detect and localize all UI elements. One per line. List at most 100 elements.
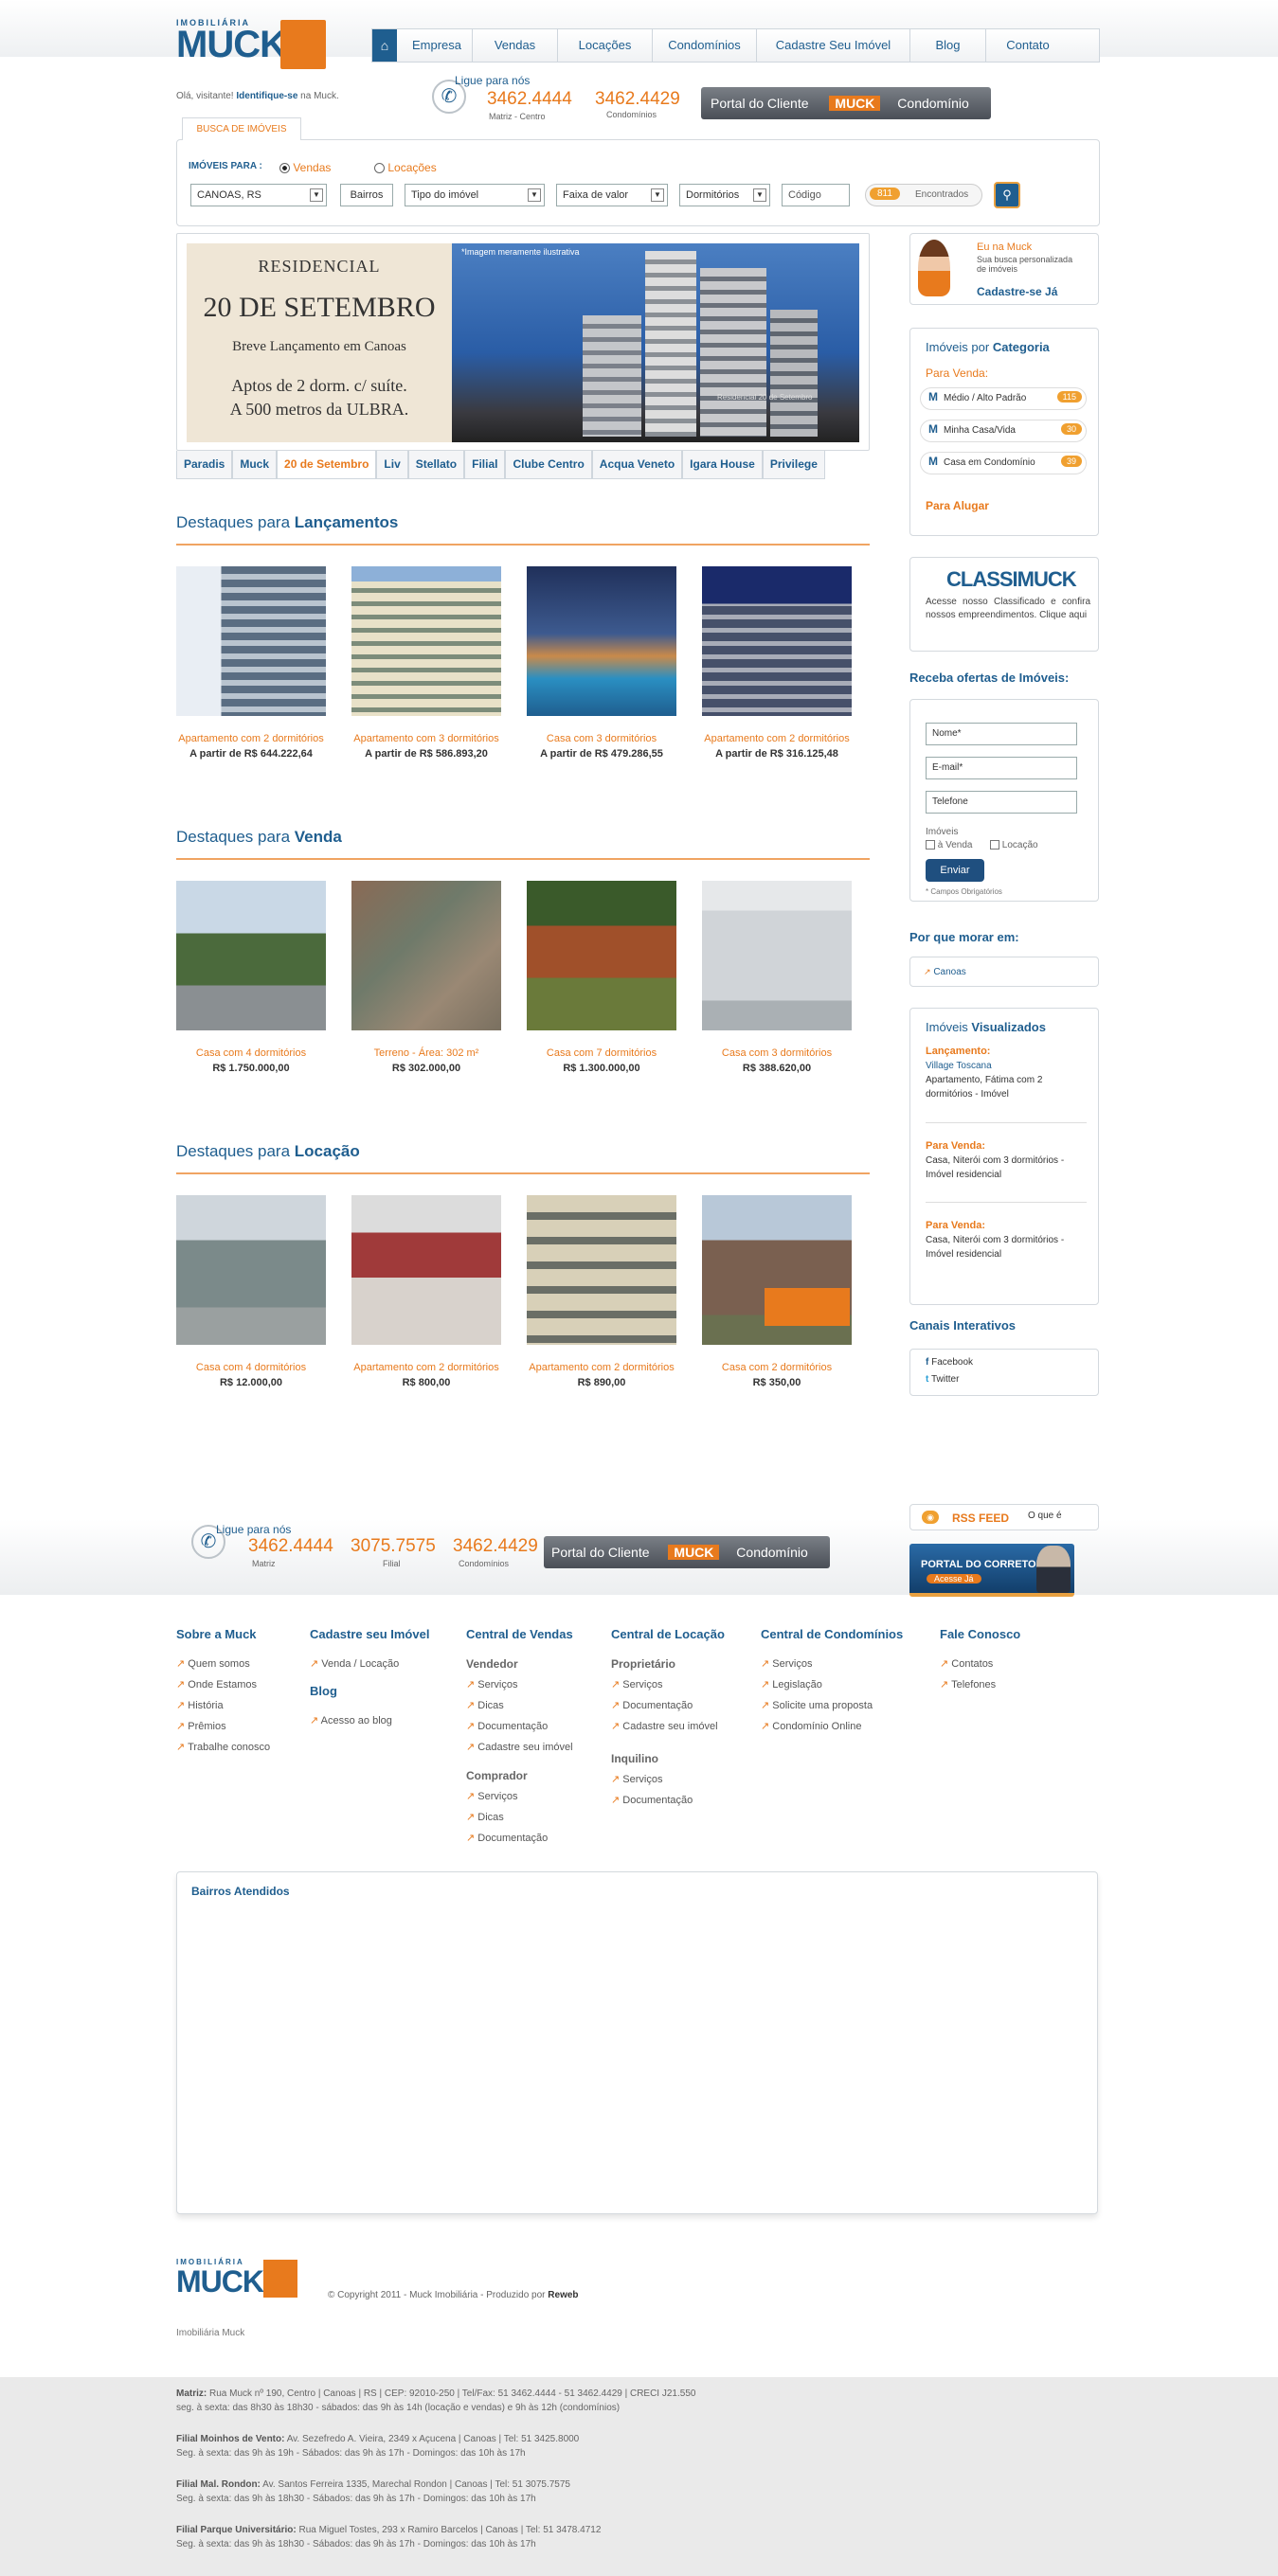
banner[interactable]: RESIDENCIAL 20 DE SETEMBRO Breve Lançame… (176, 233, 870, 451)
telefone-field[interactable]: Telefone (926, 791, 1077, 814)
dorm-select[interactable]: Dormitórios ▼ (679, 184, 770, 206)
footer-link[interactable]: ↗ Cadastre seu imóvel (611, 1716, 753, 1737)
property-caption[interactable]: Casa com 4 dormitórios R$ 1.750.000,00 (167, 1046, 335, 1076)
codigo-input[interactable]: Código (782, 184, 850, 206)
cat-alugar-link[interactable]: Para Alugar (926, 499, 989, 512)
footer-link[interactable]: ↗ Documentação (611, 1790, 753, 1811)
morar-link[interactable]: ↗ Canoas (924, 967, 966, 977)
property-image[interactable] (351, 566, 501, 716)
category-item[interactable]: M Médio / Alto Padrão 115 (920, 387, 1087, 410)
footer-link[interactable]: ↗ Serviços (611, 1769, 753, 1790)
facebook-link[interactable]: f Facebook (926, 1357, 973, 1368)
property-image[interactable] (702, 881, 852, 1030)
banner-tab[interactable]: Filial (464, 451, 506, 479)
property-caption[interactable]: Casa com 4 dormitórios R$ 12.000,00 (167, 1360, 335, 1390)
footer-link[interactable]: ↗ Serviços (761, 1654, 922, 1674)
radio-vendas[interactable]: Vendas (279, 161, 331, 174)
property-image[interactable] (351, 881, 501, 1030)
search-tab[interactable]: BUSCA DE IMÓVEIS (182, 117, 301, 140)
category-item[interactable]: M Minha Casa/Vida 30 (920, 420, 1087, 442)
footer-link[interactable]: ↗ Serviços (611, 1674, 753, 1695)
logo[interactable]: IMOBILIÁRIA MUCK (176, 18, 343, 73)
property-image[interactable] (176, 566, 326, 716)
nav-vendas[interactable]: Vendas (473, 29, 558, 62)
bairros-button[interactable]: Bairros (340, 184, 393, 206)
property-caption[interactable]: Casa com 3 dormitórios A partir de R$ 479… (517, 731, 686, 761)
property-caption[interactable]: Apartamento com 2 dormitórios A partir de… (693, 731, 861, 761)
footer-link[interactable]: ↗ Telefones (940, 1674, 1063, 1695)
property-caption[interactable]: Apartamento com 3 dormitórios A partir de… (342, 731, 511, 761)
banner-tab[interactable]: Liv (376, 451, 408, 479)
venda-checkbox[interactable]: à Venda (926, 840, 973, 850)
footer-link[interactable]: ↗ Venda / Locação (310, 1654, 452, 1674)
reweb-link[interactable]: Reweb (548, 2290, 578, 2300)
property-caption[interactable]: Casa com 2 dormitórios R$ 350,00 (693, 1360, 861, 1390)
category-item[interactable]: M Casa em Condomínio 39 (920, 452, 1087, 474)
radio-locacoes[interactable]: Locações (374, 161, 437, 174)
eu-cta[interactable]: Cadastre-se Já (977, 285, 1057, 298)
property-image[interactable] (176, 1195, 326, 1345)
property-caption[interactable]: Apartamento com 2 dormitórios R$ 890,00 (517, 1360, 686, 1390)
tipo-select[interactable]: Tipo do imóvel ▼ (405, 184, 545, 206)
property-image[interactable] (176, 881, 326, 1030)
vis-item[interactable]: Para Venda: Casa, Niterói com 3 dormitór… (926, 1139, 1087, 1182)
twitter-link[interactable]: t Twitter (926, 1374, 959, 1385)
footer-link[interactable]: ↗ Documentação (466, 1716, 599, 1737)
property-image[interactable] (702, 1195, 852, 1345)
portal-cliente-button[interactable]: Portal do Cliente MUCK Condomínio (544, 1536, 830, 1568)
footer-logo[interactable]: IMOBILIÁRIA MUCK (176, 2258, 309, 2305)
banner-tab-active[interactable]: 20 de Setembro (277, 451, 377, 479)
nav-blog[interactable]: Blog (910, 29, 986, 62)
footer-link[interactable]: ↗ Trabalhe conosco (176, 1737, 299, 1758)
nome-field[interactable]: Nome* (926, 723, 1077, 745)
property-caption[interactable]: Casa com 3 dormitórios R$ 388.620,00 (693, 1046, 861, 1076)
identify-link[interactable]: Identifique-se (236, 91, 297, 101)
property-image[interactable] (527, 566, 676, 716)
nav-condominios[interactable]: Condomínios (653, 29, 757, 62)
property-image[interactable] (527, 881, 676, 1030)
property-image[interactable] (702, 566, 852, 716)
vis-item[interactable]: Lançamento: Village Toscana Apartamento,… (926, 1045, 1087, 1101)
enviar-button[interactable]: Enviar (926, 859, 984, 882)
footer-link[interactable]: ↗ Dicas (466, 1695, 599, 1716)
footer-link[interactable]: ↗ Quem somos (176, 1654, 299, 1674)
nav-locacoes[interactable]: Locações (558, 29, 653, 62)
banner-tab[interactable]: Acqua Veneto (591, 451, 683, 479)
property-image[interactable] (351, 1195, 501, 1345)
footer-link[interactable]: ↗ História (176, 1695, 299, 1716)
banner-tab[interactable]: Privilege (762, 451, 825, 479)
banner-tab[interactable]: Muck (232, 451, 278, 479)
banner-tab[interactable]: Paradis (176, 451, 233, 479)
footer-link[interactable]: ↗ Dicas (466, 1807, 599, 1828)
nav-cadastre[interactable]: Cadastre Seu Imóvel (757, 29, 910, 62)
eu-na-muck-box[interactable]: Eu na Muck Sua busca personalizada de im… (909, 233, 1099, 305)
rss-box[interactable]: ◉ RSS FEED O que é (909, 1504, 1099, 1530)
footer-link[interactable]: ↗ Documentação (611, 1695, 753, 1716)
city-select[interactable]: CANOAS, RS ▼ (190, 184, 327, 206)
footer-link[interactable]: ↗ Serviços (466, 1674, 599, 1695)
home-icon[interactable]: ⌂ (372, 29, 397, 62)
footer-link[interactable]: ↗ Acesso ao blog (310, 1710, 452, 1731)
footer-link[interactable]: ↗ Documentação (466, 1828, 599, 1849)
banner-tab[interactable]: Clube Centro (505, 451, 592, 479)
footer-link[interactable]: ↗ Cadastre seu imóvel (466, 1737, 599, 1758)
search-icon[interactable]: ⚲ (994, 182, 1020, 208)
banner-tab[interactable]: Stellato (407, 451, 465, 479)
property-caption[interactable]: Apartamento com 2 dormitórios R$ 800,00 (342, 1360, 511, 1390)
faixa-select[interactable]: Faixa de valor ▼ (556, 184, 668, 206)
footer-link[interactable]: ↗ Legislação (761, 1674, 922, 1695)
footer-link[interactable]: ↗ Condomínio Online (761, 1716, 922, 1737)
nav-contato[interactable]: Contato (986, 29, 1070, 62)
footer-link[interactable]: ↗ Solicite uma proposta (761, 1695, 922, 1716)
property-caption[interactable]: Apartamento com 2 dormitórios A partir de… (167, 731, 335, 761)
property-image[interactable] (527, 1195, 676, 1345)
footer-link[interactable]: ↗ Prêmios (176, 1716, 299, 1737)
property-caption[interactable]: Terreno - Área: 302 m² R$ 302.000,00 (342, 1046, 511, 1076)
locacao-checkbox[interactable]: Locação (990, 840, 1038, 850)
banner-tab[interactable]: Igara House (682, 451, 763, 479)
email-field[interactable]: E-mail* (926, 757, 1077, 779)
footer-link[interactable]: ↗ Onde Estamos (176, 1674, 299, 1695)
portal-cliente-button[interactable]: Portal do Cliente MUCK Condomínio (701, 87, 991, 119)
nav-empresa[interactable]: Empresa (397, 29, 473, 62)
property-caption[interactable]: Casa com 7 dormitórios R$ 1.300.000,00 (517, 1046, 686, 1076)
